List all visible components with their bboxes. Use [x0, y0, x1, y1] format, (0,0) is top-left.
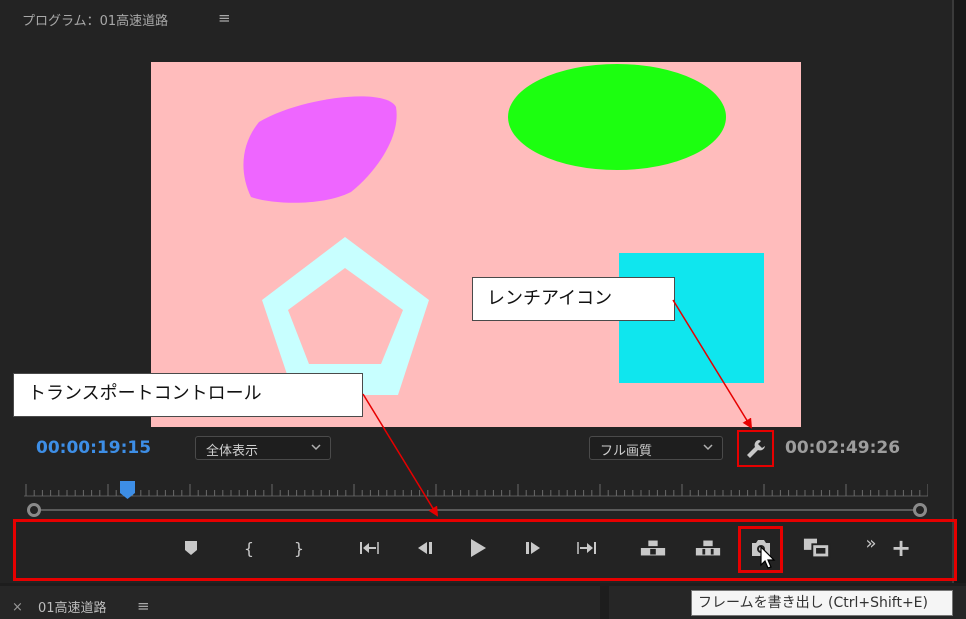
- settings-wrench-button[interactable]: [737, 430, 774, 467]
- mark-out-icon: }: [293, 538, 305, 558]
- zoom-level-select[interactable]: 全体表示: [195, 436, 331, 460]
- playhead-marker[interactable]: [120, 481, 135, 499]
- go-to-in-icon: [360, 542, 379, 554]
- zoom-level-value: 全体表示: [206, 444, 259, 459]
- panel-divider: [952, 0, 966, 583]
- panel-menu-icon[interactable]: ≡: [218, 9, 231, 27]
- step-back-button[interactable]: [410, 531, 438, 565]
- wrench-icon: [746, 439, 765, 458]
- program-panel-title[interactable]: プログラム：01高速道路: [22, 10, 168, 29]
- marker-icon: [185, 541, 197, 555]
- timeline-menu-icon[interactable]: ≡: [137, 597, 150, 615]
- overflow-button[interactable]: »: [857, 526, 885, 560]
- plus-icon: +: [890, 534, 912, 562]
- timeline-tab-label[interactable]: 01高速道路: [38, 597, 107, 616]
- pentagon-outline-shape: [262, 237, 429, 395]
- current-timecode[interactable]: 00:00:19:15: [36, 438, 151, 458]
- go-to-out-icon: [577, 542, 596, 554]
- mark-out-button[interactable]: }: [285, 531, 313, 565]
- export-frame-tooltip: フレームを書き出し (Ctrl+Shift+E): [691, 590, 953, 616]
- chevron-down-icon: [310, 440, 322, 457]
- mark-in-icon: {: [243, 538, 255, 558]
- play-icon: [471, 539, 486, 557]
- green-ellipse-shape: [508, 64, 726, 170]
- go-to-out-button[interactable]: [572, 531, 600, 565]
- button-editor-button[interactable]: +: [887, 531, 915, 565]
- step-forward-button[interactable]: [520, 531, 548, 565]
- wrench-callout: レンチアイコン: [472, 277, 675, 321]
- magenta-blob-shape: [243, 96, 397, 203]
- go-to-in-button[interactable]: [356, 531, 384, 565]
- step-back-icon: [418, 542, 432, 554]
- double-chevron-icon: »: [865, 532, 877, 554]
- step-forward-icon: [526, 542, 540, 554]
- playback-resolution-value: フル画質: [600, 444, 653, 459]
- close-tab-icon[interactable]: ×: [12, 600, 23, 615]
- play-button[interactable]: [464, 531, 492, 565]
- mark-in-button[interactable]: {: [235, 531, 263, 565]
- playback-resolution-select[interactable]: フル画質: [589, 436, 723, 460]
- time-ruler[interactable]: [24, 478, 928, 518]
- comparison-icon: [803, 538, 831, 559]
- duration-timecode: 00:02:49:26: [785, 438, 901, 458]
- transport-callout: トランスポートコントロール: [13, 373, 363, 417]
- extract-icon: [695, 540, 721, 556]
- add-marker-button[interactable]: [177, 531, 205, 565]
- zoom-scroll-handle-right[interactable]: [913, 503, 927, 517]
- mouse-cursor-icon: [760, 546, 776, 569]
- comparison-view-button[interactable]: [803, 531, 831, 565]
- lift-icon: [640, 540, 666, 556]
- extract-button[interactable]: [694, 531, 722, 565]
- chevron-down-icon: [702, 440, 714, 457]
- lift-button[interactable]: [639, 531, 667, 565]
- zoom-scroll-handle-left[interactable]: [27, 503, 41, 517]
